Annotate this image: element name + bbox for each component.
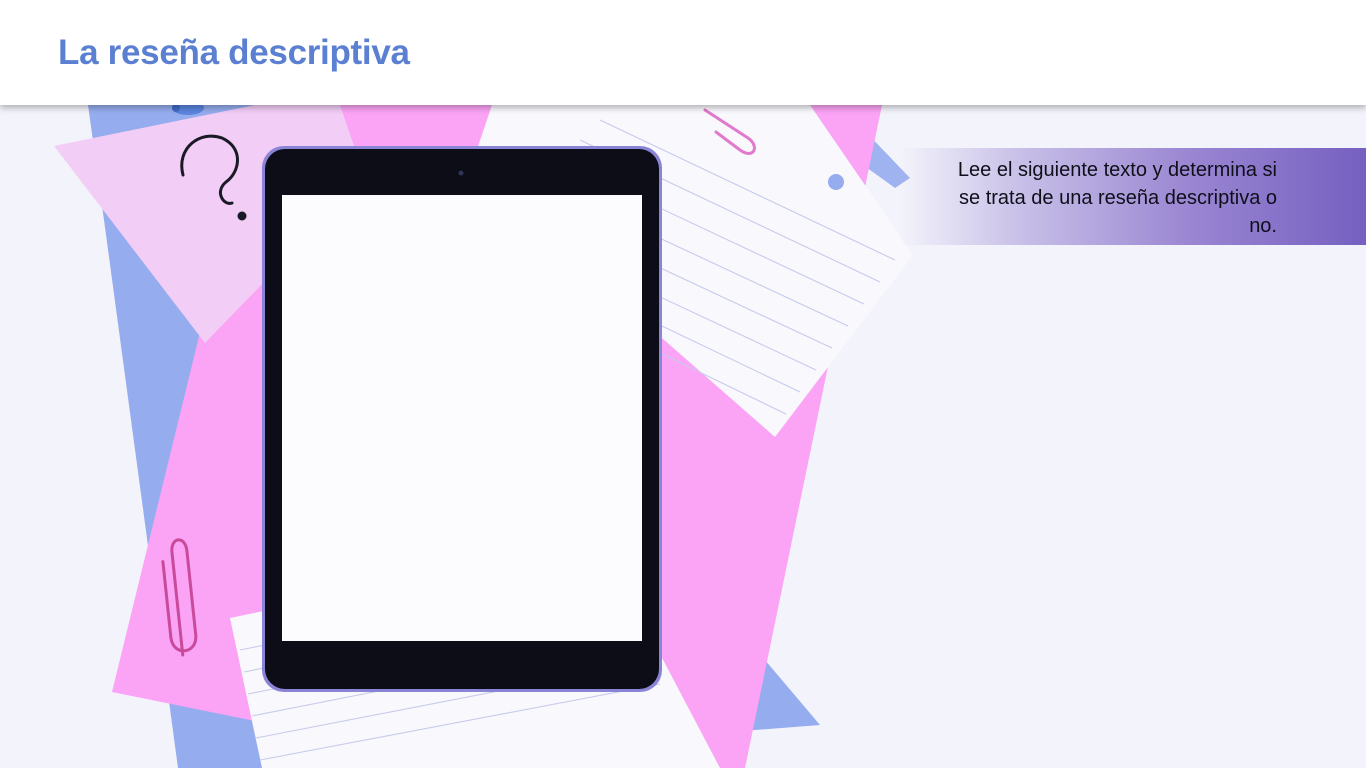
slide-title: La reseña descriptiva: [58, 33, 410, 72]
instruction-text: Lee el siguiente texto y determina si se…: [957, 159, 1277, 237]
instruction-banner: Lee el siguiente texto y determina si se…: [900, 148, 1366, 245]
tablet-device: [262, 146, 662, 692]
desk-illustration: [54, 101, 913, 768]
tablet-screen: [282, 195, 642, 641]
slide-header: La reseña descriptiva: [0, 0, 1366, 105]
